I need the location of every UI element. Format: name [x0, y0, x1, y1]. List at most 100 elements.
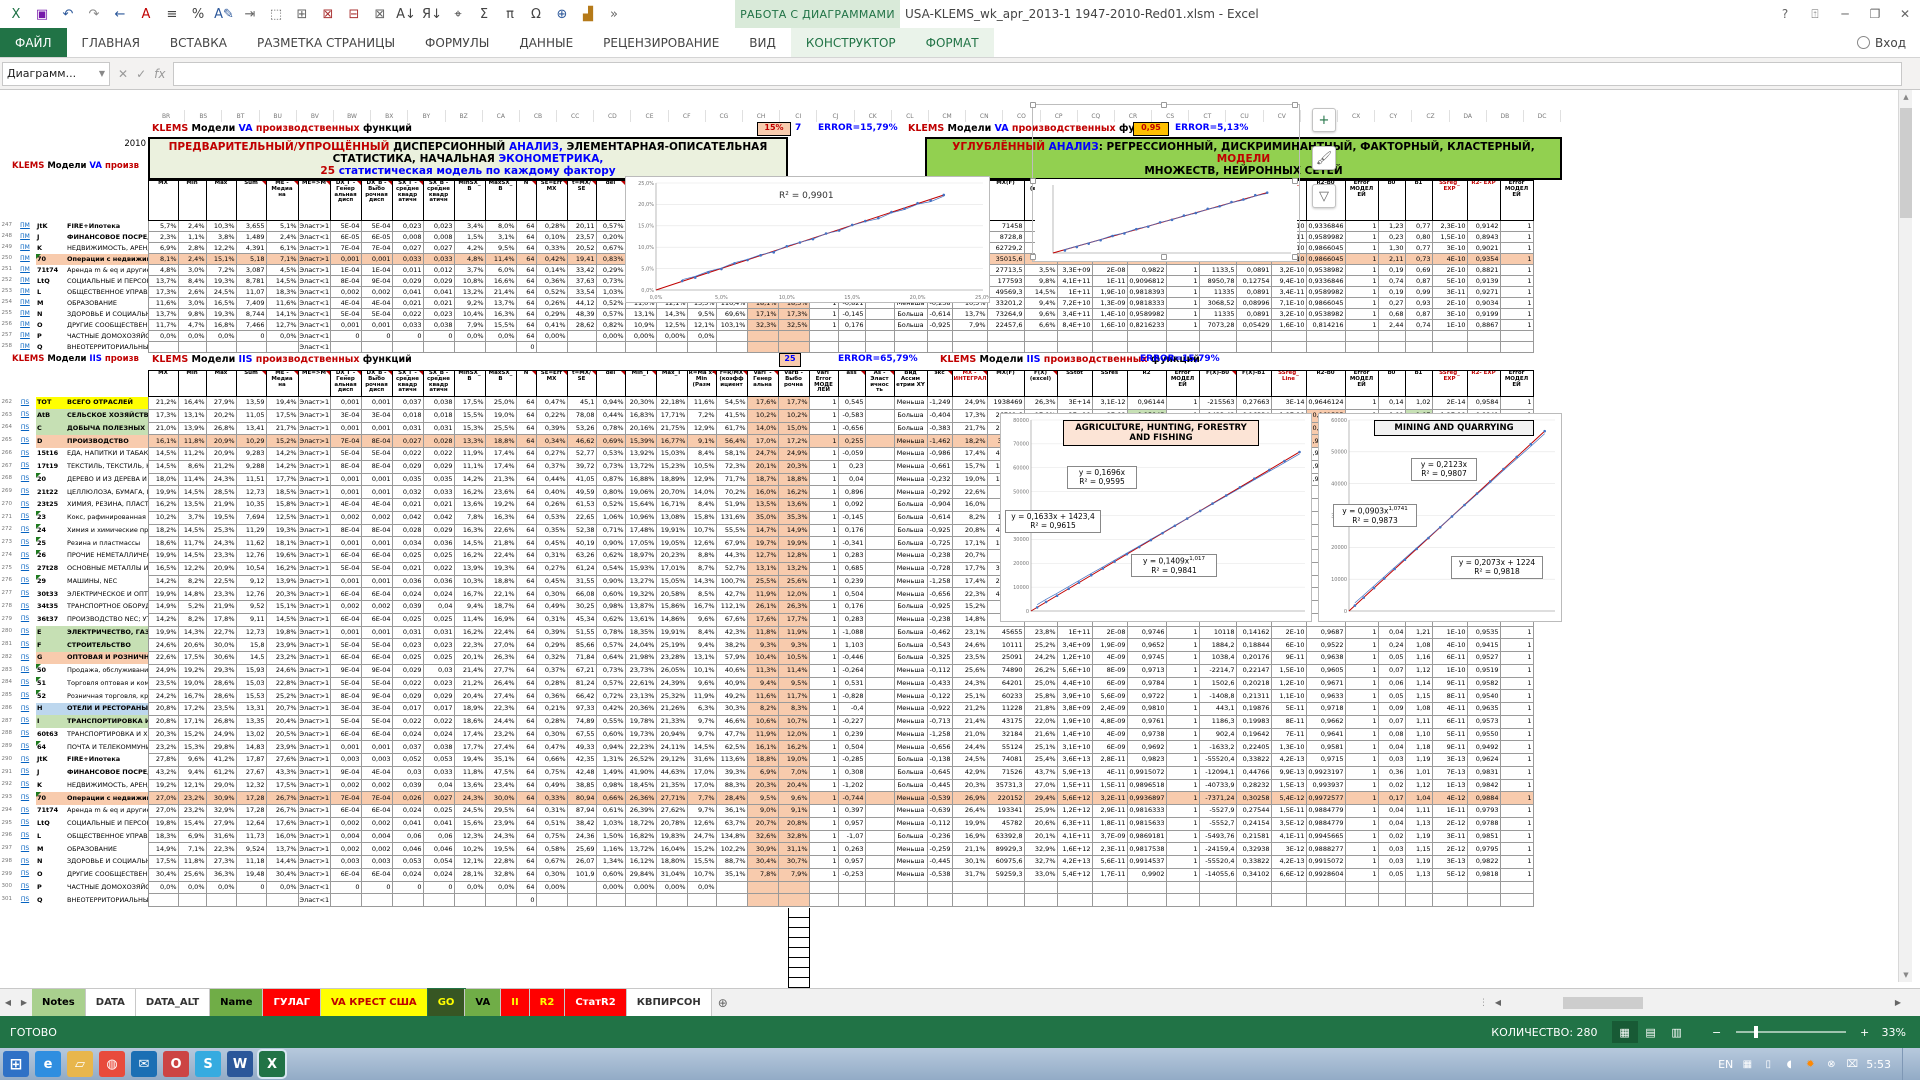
cell[interactable]: 1: [1500, 690, 1533, 703]
cell[interactable]: 1: [809, 320, 838, 331]
cell[interactable]: 20,23%: [656, 550, 687, 563]
cell[interactable]: 5E-04: [330, 562, 361, 575]
cell[interactable]: 3068,52: [1199, 298, 1236, 309]
cell[interactable]: 0,283: [838, 613, 865, 626]
column-header-CM[interactable]: CM: [929, 110, 966, 122]
column-header-CC[interactable]: CC: [557, 110, 594, 122]
cell[interactable]: [865, 856, 894, 869]
cell[interactable]: 7,0%: [778, 766, 809, 779]
row-label[interactable]: ВНЕОТЕРРИТОРИАЛЬНЫЕ ОРГАНИЗАЦИИ: [66, 342, 148, 353]
cell[interactable]: 0,025: [423, 613, 454, 626]
cell[interactable]: 8E-04: [361, 435, 392, 448]
cell[interactable]: 14,2%: [454, 473, 485, 486]
cell[interactable]: Эласт>1: [298, 664, 330, 677]
chart-column-icon[interactable]: ▟: [576, 3, 600, 25]
cell[interactable]: 0,018: [423, 409, 454, 422]
cell[interactable]: 11,9%: [687, 690, 716, 703]
cell[interactable]: 7E-04: [330, 243, 361, 254]
cell[interactable]: 1: [809, 422, 838, 435]
cell[interactable]: 0,19876: [1236, 703, 1271, 716]
cell[interactable]: 13,7%: [148, 309, 178, 320]
cell[interactable]: [236, 342, 266, 353]
cell[interactable]: 20,52: [567, 243, 596, 254]
cell[interactable]: Эласт>1: [298, 409, 330, 422]
row-code[interactable]: JtK: [36, 221, 66, 232]
cell[interactable]: [266, 894, 298, 907]
cell[interactable]: 64: [516, 703, 536, 716]
cell[interactable]: 13,61%: [625, 613, 656, 626]
cell[interactable]: 0,545: [838, 397, 865, 410]
cell[interactable]: 0,27%: [536, 448, 567, 461]
cell[interactable]: 16,7%: [454, 588, 485, 601]
cell[interactable]: 16,6%: [485, 276, 516, 287]
cell[interactable]: 32,5%: [778, 320, 809, 331]
cell[interactable]: [952, 331, 987, 342]
cell[interactable]: 0,397: [838, 805, 865, 818]
cell[interactable]: -1,088: [838, 626, 865, 639]
cell[interactable]: -0,645: [927, 766, 952, 779]
row-code[interactable]: 64: [36, 741, 66, 754]
tab-scroll-left-icon[interactable]: ◀: [0, 989, 16, 1016]
cell[interactable]: 7,9%: [952, 320, 987, 331]
cell[interactable]: 6E-04: [361, 652, 392, 665]
cell[interactable]: Меньша: [894, 460, 927, 473]
cell[interactable]: 64: [516, 652, 536, 665]
cell[interactable]: 0,20176: [1236, 652, 1271, 665]
cell[interactable]: 3,8E+09: [1057, 703, 1092, 716]
cell[interactable]: -0,639: [927, 805, 952, 818]
cell[interactable]: 3,7%: [178, 511, 206, 524]
cell[interactable]: 11,07: [236, 287, 266, 298]
cell[interactable]: 0,023: [423, 639, 454, 652]
cell[interactable]: 16,0%: [952, 499, 987, 512]
cell[interactable]: 0,024: [423, 728, 454, 741]
cell[interactable]: 0,9139: [1467, 276, 1500, 287]
cell[interactable]: 0,06: [1378, 677, 1405, 690]
cell[interactable]: 7,1%: [266, 254, 298, 265]
cell[interactable]: 25,4%: [1024, 754, 1057, 767]
horizontal-scroll-thumb[interactable]: [1563, 997, 1643, 1009]
pi-icon[interactable]: π: [498, 3, 522, 25]
cell[interactable]: [1378, 894, 1405, 907]
row-number[interactable]: 268: [0, 473, 14, 486]
cell[interactable]: [865, 805, 894, 818]
cell[interactable]: 0,0%: [687, 331, 716, 342]
cell[interactable]: 6E-04: [361, 550, 392, 563]
cell[interactable]: 0,9540: [1467, 690, 1500, 703]
cell[interactable]: 1938469: [987, 397, 1024, 410]
cell[interactable]: 3E-04: [330, 703, 361, 716]
cell[interactable]: 1,8E-11: [1092, 817, 1127, 830]
cell[interactable]: 0,9624: [1467, 754, 1500, 767]
cell[interactable]: 0,90%: [596, 575, 625, 588]
cell[interactable]: 1: [1500, 626, 1533, 639]
cell[interactable]: 31,6%: [206, 830, 236, 843]
cell[interactable]: 0,001: [361, 741, 392, 754]
cell[interactable]: 17,7%: [778, 397, 809, 410]
cell[interactable]: 1,3E-10: [1271, 741, 1306, 754]
cell[interactable]: 21,3%: [485, 473, 516, 486]
cell[interactable]: 20,70%: [656, 486, 687, 499]
cell[interactable]: 8,4E+10: [1057, 320, 1092, 331]
cell[interactable]: 4,1E+11: [1057, 830, 1092, 843]
cell[interactable]: 0,008: [423, 232, 454, 243]
row-label[interactable]: ЗДОРОВЬЕ И СОЦИАЛЬНАЯ РАБОТА: [66, 309, 148, 320]
cell[interactable]: 64: [516, 754, 536, 767]
ribbon-tab-данные[interactable]: ДАННЫЕ: [504, 28, 588, 57]
cell[interactable]: 64: [516, 265, 536, 276]
row-number[interactable]: 279: [0, 613, 14, 626]
cell[interactable]: Эласт<1: [298, 276, 330, 287]
cell[interactable]: [1500, 894, 1533, 907]
cell[interactable]: 0,239: [838, 575, 865, 588]
cell[interactable]: 12,1%: [687, 320, 716, 331]
cell[interactable]: 2E-10: [1432, 298, 1467, 309]
tray-volume-icon[interactable]: ◖: [1782, 1057, 1796, 1071]
cell[interactable]: 1: [1345, 397, 1378, 410]
cell[interactable]: 0,9816333: [1127, 805, 1166, 818]
row-label[interactable]: FIRE+Ипотека: [66, 221, 148, 232]
cell[interactable]: 0,45%: [536, 537, 567, 550]
row-hyperlink[interactable]: ПМ: [14, 265, 36, 276]
cell[interactable]: 1,02: [1405, 397, 1432, 410]
cell[interactable]: 18,2%: [952, 435, 987, 448]
cell[interactable]: 0,031: [392, 422, 423, 435]
cell[interactable]: 18,2%: [148, 524, 178, 537]
cell[interactable]: 16,2%: [266, 562, 298, 575]
